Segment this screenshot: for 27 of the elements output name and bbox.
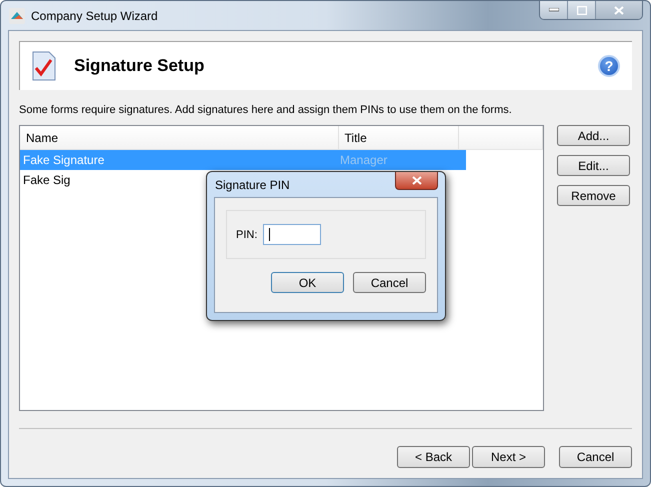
header-title: Signature Setup (74, 56, 204, 76)
dialog-button[interactable]: OK (271, 272, 344, 293)
column-header[interactable]: Name (20, 126, 339, 149)
footer-button[interactable]: < Back (397, 446, 470, 468)
dialog-title: Signature PIN (214, 178, 290, 192)
side-button[interactable]: Edit... (557, 155, 630, 176)
description-text: Some forms require signatures. Add signatures here and assign them PINs to use them on the forms. (19, 104, 513, 116)
side-button[interactable]: Remove (557, 185, 630, 206)
footer-button[interactable]: Cancel (559, 446, 632, 468)
pin-label: PIN: (236, 228, 258, 240)
maximize-button[interactable] (568, 1, 596, 19)
minimize-button[interactable] (540, 1, 568, 19)
pin-field[interactable] (263, 224, 322, 245)
window-title: Company Setup Wizard (31, 8, 158, 22)
app-logo-icon (9, 8, 25, 24)
checklist-document-icon (32, 51, 56, 81)
footer-button[interactable]: Next > (472, 446, 545, 468)
maximize-icon (576, 6, 586, 14)
minimize-icon (548, 8, 558, 12)
dialog-button[interactable]: Cancel (353, 272, 426, 293)
table-cell: Fake Signature (23, 153, 104, 167)
side-button[interactable]: Add... (557, 125, 630, 146)
column-header[interactable]: Title (338, 126, 459, 149)
table-cell: Manager (340, 153, 388, 167)
close-button[interactable] (395, 172, 438, 190)
close-icon (614, 6, 624, 14)
close-icon (412, 176, 422, 185)
